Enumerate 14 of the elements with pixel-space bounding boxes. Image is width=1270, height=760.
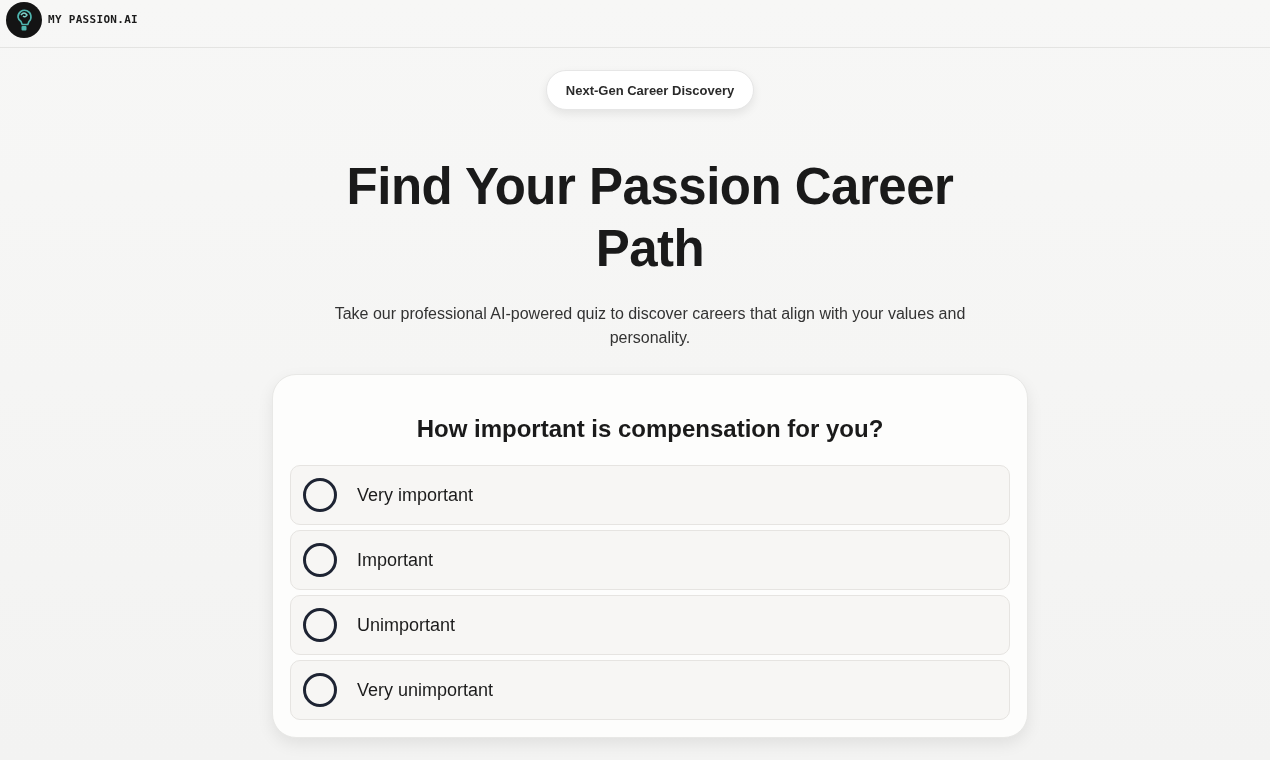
answer-option[interactable]: Very unimportant [290,660,1010,720]
page-title: Find Your Passion Career Path [345,157,955,279]
quiz-question: How important is compensation for you? [415,414,885,444]
answer-option[interactable]: Very important [290,465,1010,525]
radio-icon[interactable] [303,673,337,707]
tagline-pill: Next-Gen Career Discovery [545,70,755,110]
brand-name: MY PASSION.AI [48,13,138,26]
page-subtitle: Take our professional AI-powered quiz to discover careers that align with your values and personality. [333,304,967,348]
answer-option[interactable]: Unimportant [290,595,1010,655]
answer-option[interactable]: Important [290,530,1010,590]
radio-icon[interactable] [303,543,337,577]
bulb-logo-icon [6,1,42,38]
radio-icon[interactable] [303,608,337,642]
radio-icon[interactable] [303,478,337,512]
